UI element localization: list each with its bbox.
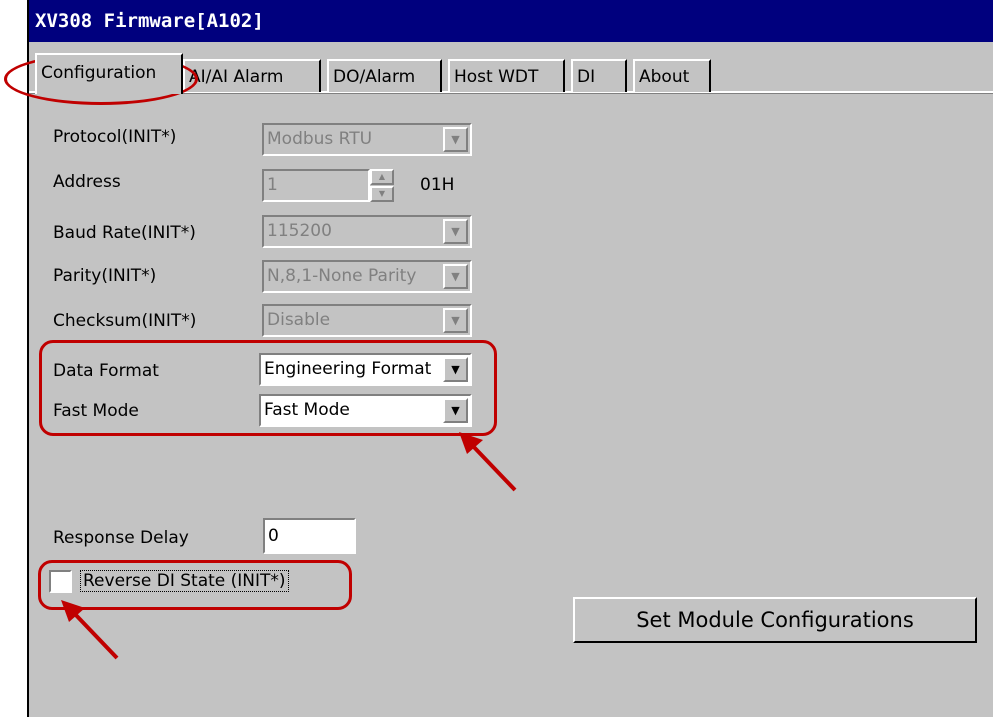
parity-value: N,8,1-None Parity xyxy=(267,266,417,286)
tab-ai-alarm[interactable]: AI/AI Alarm xyxy=(183,59,321,92)
parity-label: Parity(INIT*) xyxy=(53,266,157,286)
address-label: Address xyxy=(53,172,121,192)
spin-down-icon: ▼ xyxy=(370,186,394,202)
address-input: 1 xyxy=(262,169,370,202)
baud-rate-label: Baud Rate(INIT*) xyxy=(53,223,196,243)
baud-rate-select: 115200 ▼ xyxy=(262,215,472,248)
protocol-select: Modbus RTU ▼ xyxy=(262,123,472,156)
tab-di[interactable]: DI xyxy=(571,59,627,92)
baud-rate-value: 115200 xyxy=(267,221,332,241)
tab-host-wdt[interactable]: Host WDT xyxy=(448,59,565,92)
arrow-annotation-icon xyxy=(459,432,517,492)
response-delay-label: Response Delay xyxy=(53,528,189,548)
checksum-label: Checksum(INIT*) xyxy=(53,311,197,331)
spin-up-icon: ▲ xyxy=(370,169,394,185)
tab-about[interactable]: About xyxy=(633,59,711,92)
tab-do-alarm[interactable]: DO/Alarm xyxy=(327,59,442,92)
parity-select: N,8,1-None Parity ▼ xyxy=(262,260,472,293)
chevron-down-icon: ▼ xyxy=(443,264,468,289)
chevron-down-icon: ▼ xyxy=(443,127,468,152)
protocol-value: Modbus RTU xyxy=(267,129,373,149)
address-hex: 01H xyxy=(420,175,455,195)
tab-bar: Configuration AI/AI Alarm DO/Alarm Host … xyxy=(29,42,993,94)
protocol-label: Protocol(INIT*) xyxy=(53,127,177,147)
response-delay-input[interactable]: 0 xyxy=(263,518,356,554)
arrow-annotation-icon xyxy=(61,600,119,660)
chevron-down-icon: ▼ xyxy=(443,308,468,333)
set-module-configurations-button[interactable]: Set Module Configurations xyxy=(573,597,977,643)
arrow-shaft xyxy=(71,610,119,660)
window-title: XV308 Firmware[A102] xyxy=(29,0,993,42)
checksum-select: Disable ▼ xyxy=(262,304,472,337)
tab-configuration[interactable]: Configuration xyxy=(35,53,183,94)
checksum-value: Disable xyxy=(267,310,331,330)
arrow-shaft xyxy=(469,442,517,492)
highlight-data-format-fast-mode xyxy=(39,340,497,436)
address-spinner: ▲ ▼ xyxy=(370,169,394,202)
chevron-down-icon: ▼ xyxy=(443,219,468,244)
